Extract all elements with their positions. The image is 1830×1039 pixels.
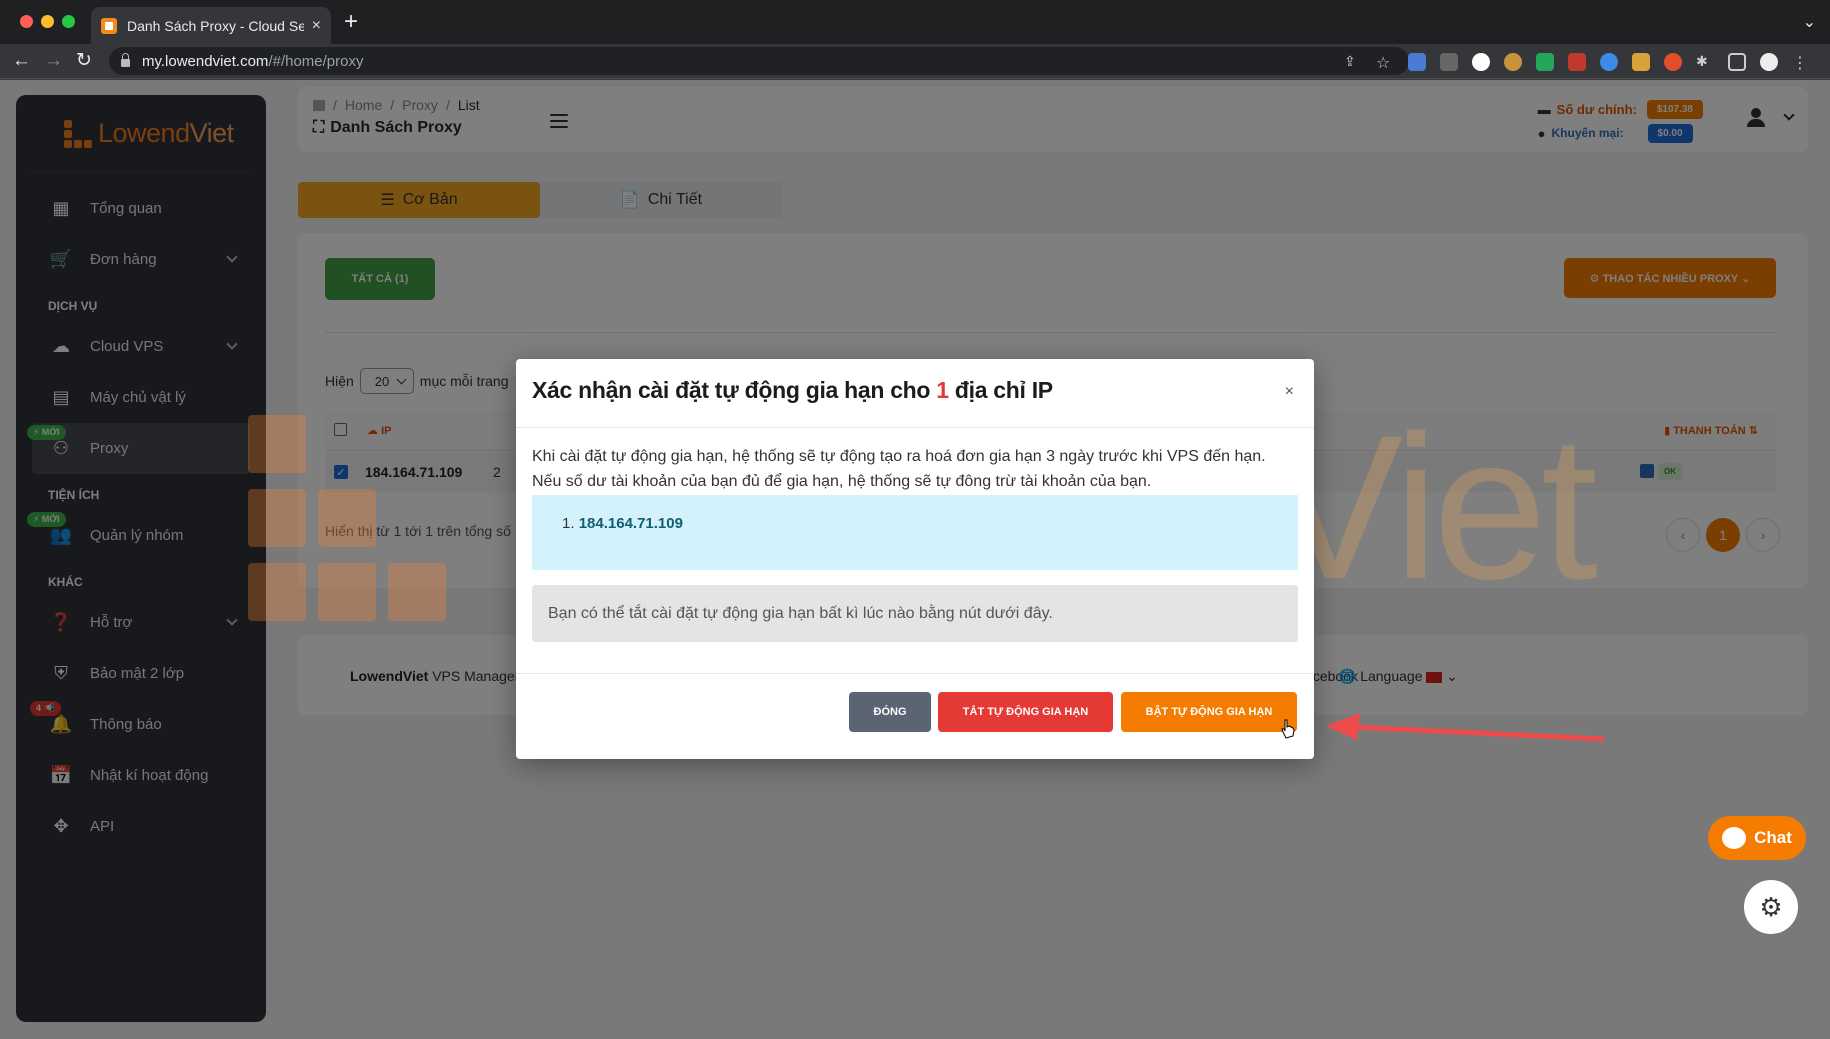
forward-arrow-icon[interactable]: →	[44, 48, 63, 74]
chat-button[interactable]: Chat	[1708, 816, 1806, 860]
sidepanel-icon[interactable]	[1728, 52, 1746, 71]
settings-gear-icon[interactable]: ⚙	[1744, 880, 1798, 934]
share-icon[interactable]: ⇪	[1344, 53, 1362, 71]
tab-list-chevron-icon[interactable]: ⌄	[1803, 12, 1816, 32]
profile-avatar-icon[interactable]	[1760, 52, 1778, 71]
window-maximize-button[interactable]	[62, 15, 75, 28]
window-close-button[interactable]	[20, 15, 33, 28]
color-extension-icon[interactable]	[1472, 52, 1490, 71]
messenger-icon	[1722, 827, 1747, 849]
back-arrow-icon[interactable]: ←	[12, 48, 31, 74]
modal-description: Khi cài đặt tự động gia hạn, hệ thống sẽ…	[532, 448, 1266, 490]
lock-icon	[121, 53, 130, 67]
divider	[516, 427, 1314, 428]
browser-toolbar: ← → ↻ my.lowendviet.com/#/home/proxy ⇪ ☆…	[0, 44, 1830, 79]
browser-tab[interactable]: Danh Sách Proxy - Cloud Servi ×	[91, 7, 331, 44]
tab-title: Danh Sách Proxy - Cloud Servi	[127, 17, 304, 34]
photo-extension-icon[interactable]	[1632, 52, 1650, 71]
close-button[interactable]: ĐÓNG	[849, 692, 931, 732]
enable-auto-renew-button[interactable]: BẬT TỰ ĐỘNG GIA HẠN	[1121, 692, 1297, 732]
reload-icon[interactable]: ↻	[76, 48, 92, 74]
new-tab-button[interactable]: +	[344, 10, 358, 34]
modal-note: Bạn có thể tắt cài đặt tự động gia hạn b…	[532, 585, 1298, 642]
globe-extension-icon[interactable]	[1600, 52, 1618, 71]
reader-extension-icon[interactable]	[1440, 52, 1458, 71]
modal-close-icon[interactable]: ×	[1285, 383, 1294, 401]
ublock-extension-icon[interactable]	[1568, 52, 1586, 71]
translate-extension-icon[interactable]	[1408, 52, 1426, 71]
url-host: my.lowendviet.com	[142, 52, 269, 70]
auto-renew-modal: Xác nhận cài đặt tự động gia hạn cho 1 đ…	[516, 359, 1314, 759]
hand-cursor-icon	[1281, 719, 1295, 739]
green-extension-icon[interactable]	[1536, 52, 1554, 71]
favicon-icon	[101, 17, 117, 34]
tab-close-icon[interactable]: ×	[312, 17, 321, 35]
url-path: /#/home/proxy	[268, 52, 364, 70]
modal-title: Xác nhận cài đặt tự động gia hạn cho 1 đ…	[532, 377, 1053, 403]
divider	[516, 673, 1314, 674]
annotation-arrow	[1326, 713, 1605, 742]
puzzle-extensions-icon[interactable]: ✱	[1696, 53, 1714, 71]
address-bar[interactable]: my.lowendviet.com/#/home/proxy	[109, 47, 1409, 75]
extension-icons: ⇪ ☆ ✱ ⋮	[1344, 44, 1810, 79]
kebab-menu-icon[interactable]: ⋮	[1792, 53, 1810, 72]
window-minimize-button[interactable]	[41, 15, 54, 28]
ip-list-box: 1. 184.164.71.109	[532, 495, 1298, 570]
fox-extension-icon[interactable]	[1664, 52, 1682, 71]
bookmark-star-icon[interactable]: ☆	[1376, 53, 1394, 72]
disable-auto-renew-button[interactable]: TẮT TỰ ĐỘNG GIA HẠN	[938, 692, 1113, 732]
list-item: 1. 184.164.71.109	[562, 515, 683, 532]
cookie-extension-icon[interactable]	[1504, 52, 1522, 71]
browser-tab-strip: Danh Sách Proxy - Cloud Servi × + ⌄	[0, 0, 1830, 44]
